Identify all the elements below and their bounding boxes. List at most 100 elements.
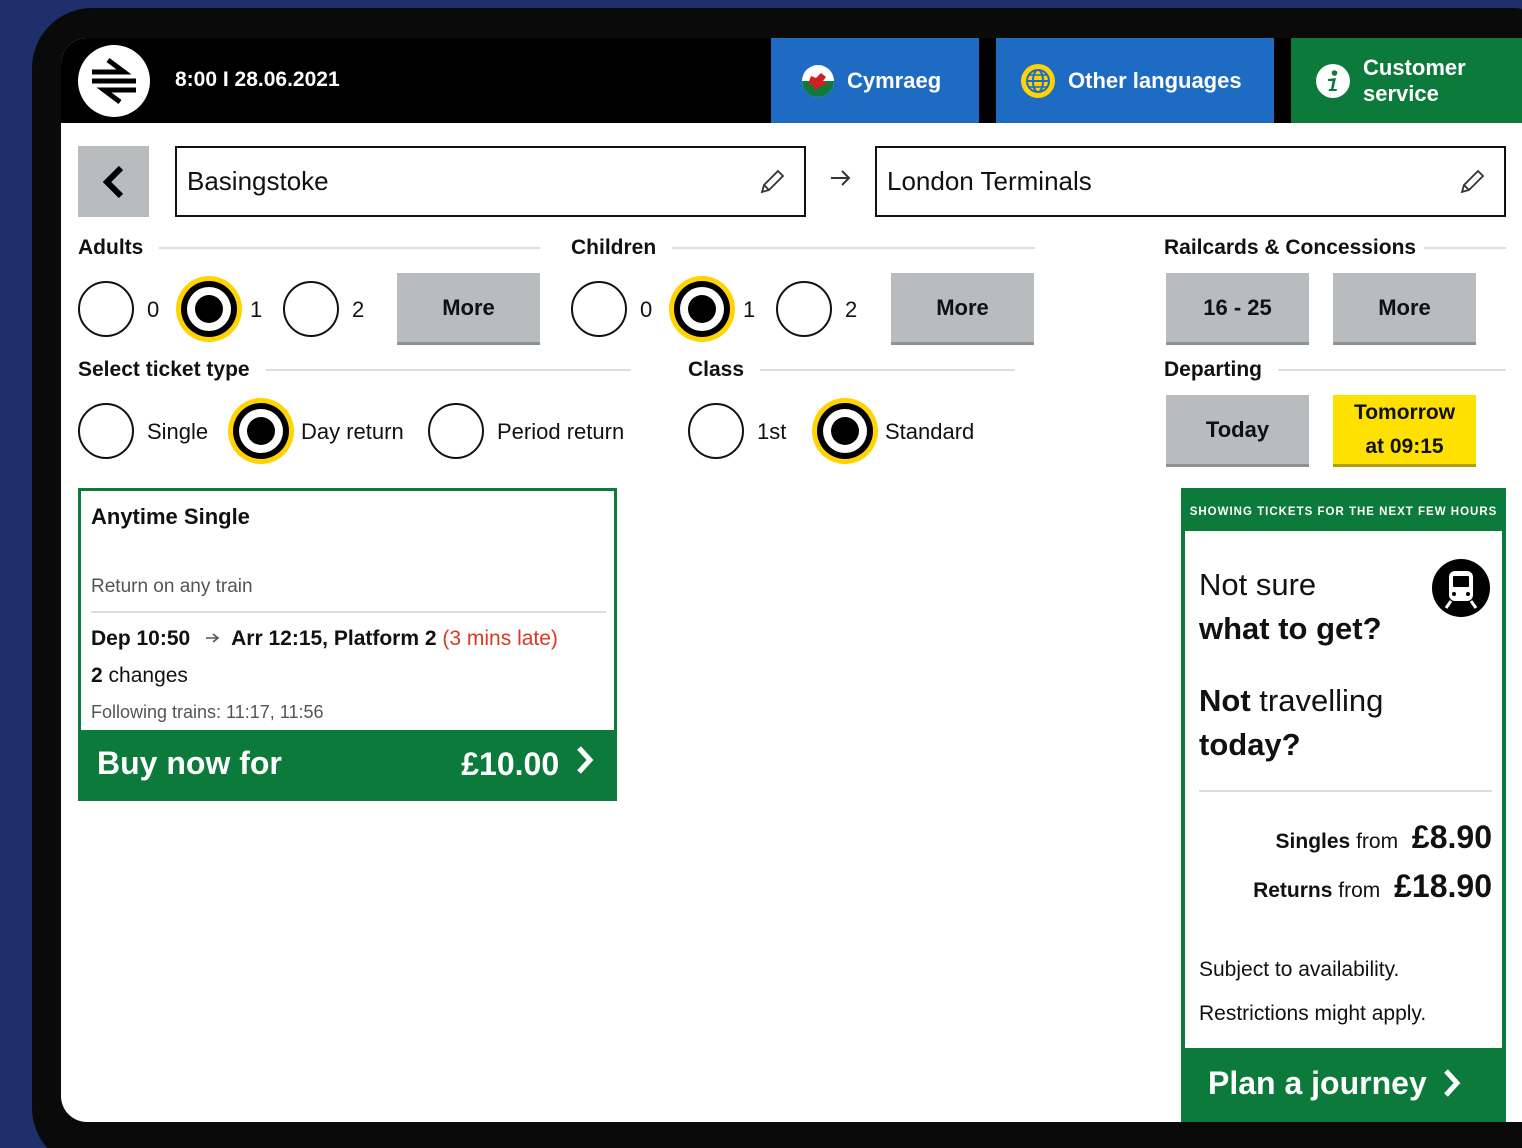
arrival-info: Arr 12:15, Platform 2	[231, 627, 437, 650]
ticket-type-day-return-label: Day return	[301, 419, 404, 444]
other-languages-label: Other languages	[1068, 67, 1242, 93]
clock-date: 8:00 I 28.06.2021	[175, 68, 340, 91]
welsh-flag-icon	[801, 64, 835, 98]
other-languages-button[interactable]: Other languages	[996, 38, 1274, 123]
welsh-language-label: Cymraeg	[847, 67, 942, 93]
adults-radio-0[interactable]	[78, 281, 134, 337]
railcards-section-label: Railcards & Concessions	[1164, 236, 1506, 260]
buy-now-button[interactable]: Buy now for £10.00	[81, 730, 614, 798]
ticket-price: £10.00	[461, 746, 560, 782]
chevron-left-icon	[102, 165, 123, 198]
back-button[interactable]	[78, 146, 149, 217]
class-section-label: Class	[688, 358, 1015, 382]
promo-panel: SHOWING TICKETS FOR THE NEXT FEW HOURS N…	[1181, 488, 1506, 1122]
buy-price-wrap: £10.00	[461, 745, 596, 783]
plan-journey-button[interactable]: Plan a journey	[1185, 1048, 1502, 1118]
class-label: Class	[688, 358, 745, 381]
departing-label: Departing	[1164, 358, 1263, 381]
class-radio-1st[interactable]	[688, 403, 744, 459]
ticket-type-label: Select ticket type	[78, 358, 250, 381]
children-more-button[interactable]: More	[891, 273, 1034, 345]
availability-note: Subject to availability.	[1199, 958, 1400, 981]
ticket-changes: 2 changes	[91, 664, 188, 688]
customer-service-label-line1: Customer	[1363, 54, 1466, 80]
singles-from-word: from	[1356, 830, 1399, 853]
departing-section-label: Departing	[1164, 358, 1506, 382]
changes-count: 2	[91, 664, 103, 687]
restrictions-note: Restrictions might apply.	[1199, 1002, 1427, 1025]
children-option-1-label: 1	[743, 297, 756, 322]
adults-option-1-label: 1	[250, 297, 263, 322]
welsh-language-button[interactable]: Cymraeg	[771, 38, 979, 123]
adults-radio-2[interactable]	[283, 281, 339, 337]
destination-station-value: London Terminals	[887, 166, 1092, 196]
arrow-right-icon	[831, 170, 851, 186]
adults-more-button[interactable]: More	[397, 273, 540, 345]
railcards-more-button[interactable]: More	[1333, 273, 1476, 345]
promo-question-1-line2: what to get?	[1199, 611, 1382, 646]
departing-tomorrow-line2: at 09:15	[1365, 434, 1444, 458]
ticket-type-radio-day-return[interactable]	[233, 403, 289, 459]
promo-question-2: Not travelling today?	[1199, 679, 1383, 767]
ticket-title: Anytime Single	[91, 504, 250, 529]
singles-price-row: Singles from £8.90	[1276, 819, 1492, 856]
adults-label: Adults	[78, 236, 144, 259]
buy-now-label: Buy now for	[97, 745, 282, 781]
children-radio-1[interactable]	[674, 281, 730, 337]
ticket-type-radio-period-return[interactable]	[428, 403, 484, 459]
class-standard-label: Standard	[885, 419, 975, 444]
children-radio-2[interactable]	[776, 281, 832, 337]
departing-tomorrow-line1: Tomorrow	[1353, 400, 1456, 424]
train-icon	[1432, 559, 1490, 622]
adults-option-0-label: 0	[147, 297, 160, 322]
edit-destination-pencil-icon[interactable]	[1458, 168, 1486, 196]
info-icon	[1315, 63, 1351, 99]
changes-label: changes	[108, 664, 188, 687]
globe-icon	[1020, 63, 1056, 99]
promo-question-2-line2: today?	[1199, 727, 1301, 762]
adults-radio-1[interactable]	[181, 281, 237, 337]
destination-station-field[interactable]: London Terminals	[875, 146, 1506, 217]
origin-station-value: Basingstoke	[187, 166, 329, 196]
departing-tomorrow-button[interactable]: Tomorrow at 09:15	[1333, 395, 1476, 467]
promo-banner: SHOWING TICKETS FOR THE NEXT FEW HOURS	[1185, 492, 1502, 531]
returns-price-row: Returns from £18.90	[1253, 868, 1492, 905]
plan-journey-label: Plan a journey	[1208, 1064, 1427, 1101]
children-option-2-label: 2	[845, 297, 858, 322]
children-section-label: Children	[571, 236, 1035, 260]
promo-divider	[1199, 790, 1492, 792]
returns-label: Returns	[1253, 879, 1333, 902]
edit-origin-pencil-icon[interactable]	[758, 168, 786, 196]
ticket-times: Dep 10:50 Arr 12:15, Platform 2 (3 mins …	[91, 627, 558, 651]
adults-section-label: Adults	[78, 236, 540, 260]
ticket-type-radio-single[interactable]	[78, 403, 134, 459]
departing-today-button[interactable]: Today	[1166, 395, 1309, 467]
ticket-card[interactable]: Anytime Single Return on any train Dep 1…	[78, 488, 617, 801]
customer-service-label: Customer service	[1363, 55, 1466, 107]
departure-time: Dep 10:50	[91, 627, 191, 650]
kiosk-screen: 8:00 I 28.06.2021 Cymraeg Other language…	[61, 38, 1522, 1122]
ticket-subtitle: Return on any train	[91, 576, 253, 597]
delay-status: (3 mins late)	[442, 627, 558, 650]
class-1st-label: 1st	[757, 419, 787, 444]
class-radio-standard[interactable]	[817, 403, 873, 459]
adults-option-2-label: 2	[352, 297, 365, 322]
children-label: Children	[571, 236, 657, 259]
origin-station-field[interactable]: Basingstoke	[175, 146, 806, 217]
top-bar: 8:00 I 28.06.2021 Cymraeg Other language…	[61, 38, 1522, 123]
ticket-type-single-label: Single	[147, 419, 209, 444]
promo-question-1-line1: Not sure	[1199, 567, 1317, 602]
returns-price: £18.90	[1394, 868, 1492, 904]
promo-question-1: Not sure what to get?	[1199, 563, 1382, 651]
chevron-right-icon	[577, 746, 594, 774]
returns-from-word: from	[1338, 879, 1381, 902]
railcard-16-25-button[interactable]: 16 - 25	[1166, 273, 1309, 345]
small-arrow-right-icon	[206, 633, 220, 643]
children-radio-0[interactable]	[571, 281, 627, 337]
customer-service-button[interactable]: Customer service	[1291, 38, 1522, 123]
singles-price: £8.90	[1411, 819, 1492, 855]
children-option-0-label: 0	[640, 297, 653, 322]
ticket-type-section-label: Select ticket type	[78, 358, 631, 382]
promo-question-2-rest: travelling	[1259, 683, 1384, 718]
promo-question-2-not: Not	[1199, 683, 1251, 718]
